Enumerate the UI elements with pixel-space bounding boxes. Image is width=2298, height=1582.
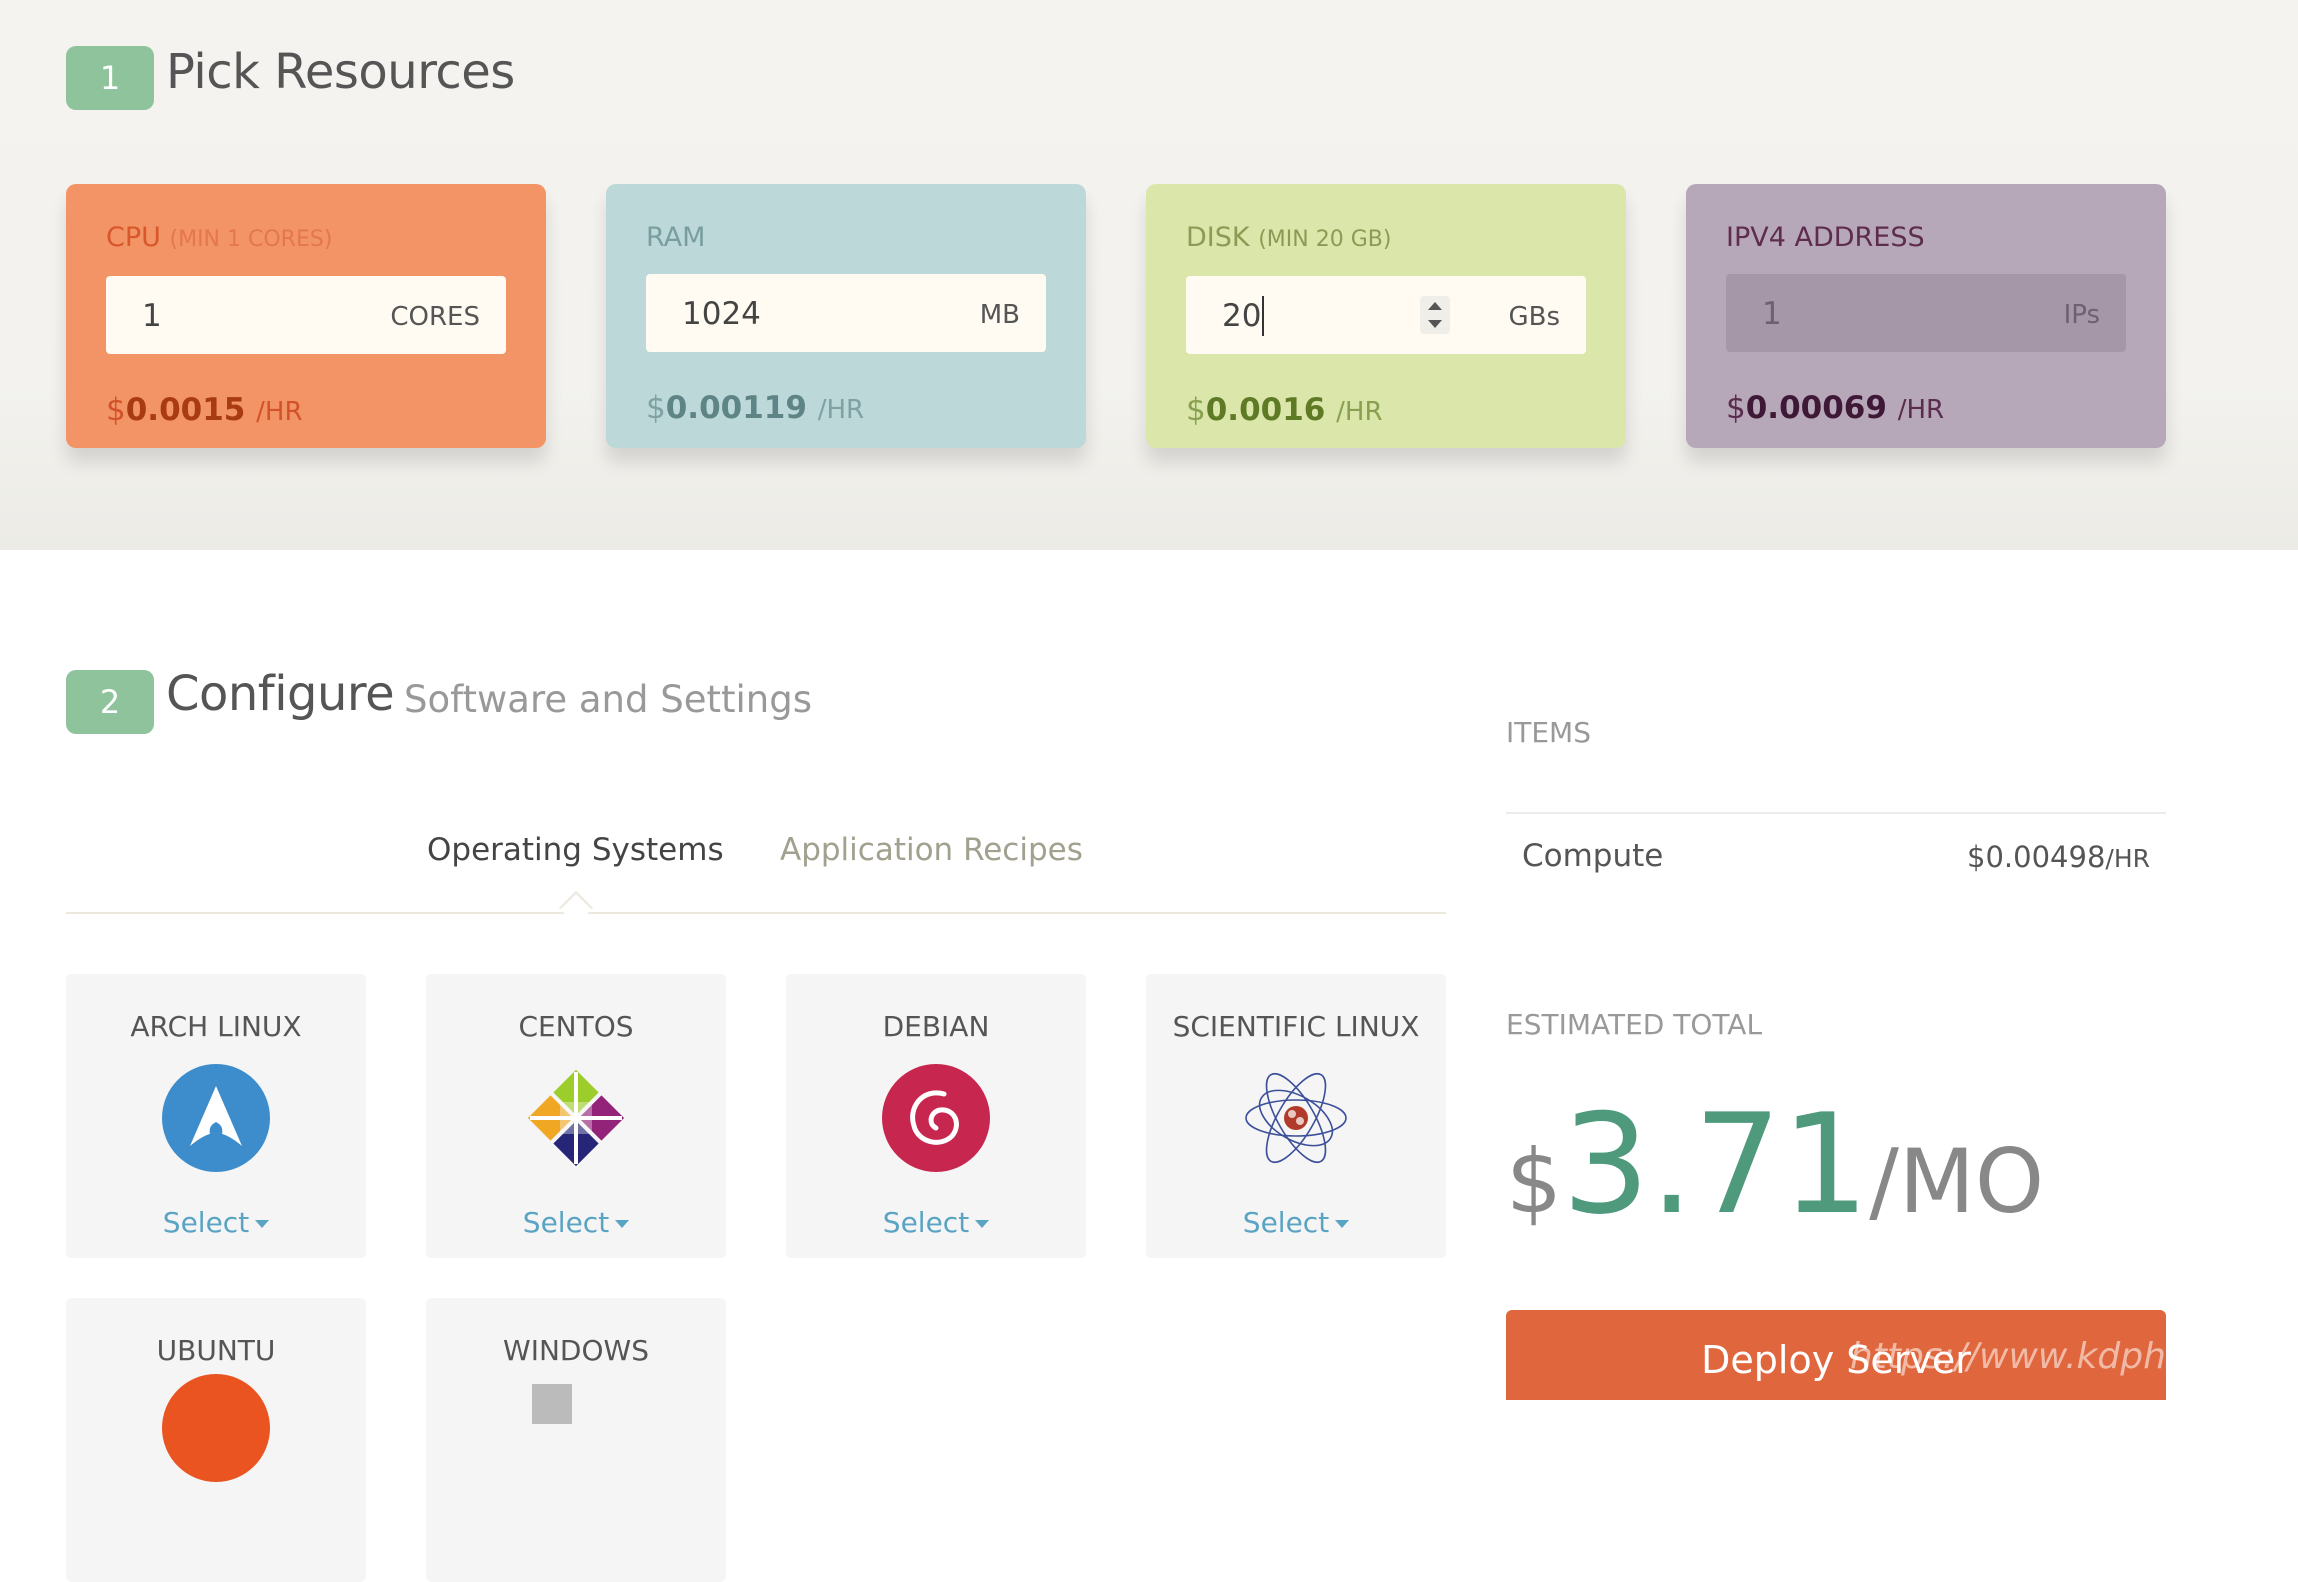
disk-min-note: (MIN 20 GB) xyxy=(1258,227,1392,252)
ram-card: RAM 1024 MB $0.00119 /HR xyxy=(606,184,1086,448)
disk-price-per: /HR xyxy=(1336,397,1383,427)
estimated-total: $3.71/MO xyxy=(1506,1084,2044,1245)
step-1-badge: 1 xyxy=(66,46,154,110)
cpu-min-note: (MIN 1 CORES) xyxy=(169,227,333,252)
disk-label-text: DISK xyxy=(1186,222,1250,253)
total-currency: $ xyxy=(1506,1130,1562,1233)
estimated-total-heading: ESTIMATED TOTAL xyxy=(1506,1008,1763,1041)
ipv4-price-value: 0.00069 xyxy=(1745,390,1887,426)
ram-value: 1024 xyxy=(682,296,761,332)
os-card-windows[interactable]: WINDOWS xyxy=(426,1298,726,1582)
watermark: https://www.kdph xyxy=(1850,1336,2166,1377)
cpu-cores-input[interactable]: 1 CORES xyxy=(106,276,506,354)
caret-down-icon xyxy=(975,1220,990,1228)
ipv4-price: $0.00069 /HR xyxy=(1726,390,1944,426)
disk-card: DISK (MIN 20 GB) 20 GBs $0.0016 /HR xyxy=(1146,184,1626,448)
step-1-title: Pick Resources xyxy=(166,44,515,100)
ram-unit: MB xyxy=(979,300,1020,330)
ram-price-per: /HR xyxy=(817,395,865,425)
ipv4-unit: IPs xyxy=(2063,300,2100,330)
os-card-arch-linux[interactable]: ARCH LINUX Select xyxy=(66,974,366,1258)
total-value: 3.71 xyxy=(1562,1084,1870,1245)
select-dropdown[interactable]: Select xyxy=(1146,1206,1446,1239)
ipv4-card: IPV4 ADDRESS 1 IPs $0.00069 /HR xyxy=(1686,184,2166,448)
ipv4-price-per: /HR xyxy=(1897,395,1945,425)
select-label: Select xyxy=(162,1206,250,1239)
caret-down-icon xyxy=(1335,1220,1350,1228)
os-name: DEBIAN xyxy=(882,1010,990,1043)
tab-application-recipes[interactable]: Application Recipes xyxy=(780,832,1083,868)
step-2-badge: 2 xyxy=(66,670,154,734)
os-name: WINDOWS xyxy=(503,1334,649,1367)
windows-icon xyxy=(532,1384,572,1424)
disk-spinner[interactable] xyxy=(1420,296,1450,334)
os-card-scientific-linux[interactable]: SCIENTIFIC LINUX Select xyxy=(1146,974,1446,1258)
ram-price-currency: $ xyxy=(646,390,666,426)
ipv4-price-currency: $ xyxy=(1726,390,1746,426)
disk-value: 20 xyxy=(1222,298,1262,334)
os-card-ubuntu[interactable]: UBUNTU xyxy=(66,1298,366,1582)
cpu-price-per: /HR xyxy=(256,397,303,427)
os-name: CENTOS xyxy=(518,1010,634,1043)
cpu-label-text: CPU xyxy=(106,222,161,253)
ipv4-value: 1 xyxy=(1762,296,1782,332)
disk-price-value: 0.0016 xyxy=(1205,392,1326,428)
cpu-card: CPU (MIN 1 CORES) 1 CORES $0.0015 /HR xyxy=(66,184,546,448)
cpu-price-currency: $ xyxy=(106,392,126,428)
select-dropdown[interactable]: Select xyxy=(426,1206,726,1239)
ram-label: RAM xyxy=(646,222,705,253)
ram-input[interactable]: 1024 MB xyxy=(646,274,1046,352)
select-label: Select xyxy=(522,1206,610,1239)
step-2-subtitle: Software and Settings xyxy=(404,678,812,721)
compute-price-value: $0.00498 xyxy=(1967,840,2106,874)
ram-price-value: 0.00119 xyxy=(665,390,807,426)
os-name: UBUNTU xyxy=(156,1334,276,1367)
active-tab-pointer xyxy=(559,891,593,925)
disk-input[interactable]: 20 GBs xyxy=(1186,276,1586,354)
tab-divider xyxy=(66,912,1446,914)
arch-linux-icon xyxy=(162,1064,270,1172)
os-card-centos[interactable]: CENTOS Select xyxy=(426,974,726,1258)
os-name: ARCH LINUX xyxy=(130,1010,302,1043)
select-label: Select xyxy=(1242,1206,1330,1239)
cpu-price-value: 0.0015 xyxy=(125,392,246,428)
text-cursor xyxy=(1262,296,1264,336)
compute-price: $0.00498/HR xyxy=(1967,840,2150,874)
cpu-label: CPU (MIN 1 CORES) xyxy=(106,222,332,253)
select-dropdown[interactable]: Select xyxy=(66,1206,366,1239)
ipv4-label: IPV4 ADDRESS xyxy=(1726,222,1925,253)
caret-down-icon xyxy=(615,1220,630,1228)
scientific-linux-icon xyxy=(1245,1072,1347,1164)
total-per: /MO xyxy=(1869,1130,2045,1233)
spinner-down-icon[interactable] xyxy=(1428,320,1442,328)
os-card-debian[interactable]: DEBIAN Select xyxy=(786,974,1086,1258)
ipv4-label-text: IPV4 ADDRESS xyxy=(1726,222,1925,253)
os-name: SCIENTIFIC LINUX xyxy=(1172,1010,1420,1043)
cpu-price: $0.0015 /HR xyxy=(106,392,303,428)
items-heading: ITEMS xyxy=(1506,716,1591,749)
ipv4-input: 1 IPs xyxy=(1726,274,2126,352)
compute-label: Compute xyxy=(1522,838,1664,874)
disk-price: $0.0016 /HR xyxy=(1186,392,1383,428)
step-2-title: Configure xyxy=(166,666,395,722)
cpu-unit: CORES xyxy=(390,302,480,332)
caret-down-icon xyxy=(255,1220,270,1228)
centos-icon xyxy=(527,1069,625,1167)
items-divider xyxy=(1506,812,2166,814)
select-dropdown[interactable]: Select xyxy=(786,1206,1086,1239)
debian-icon xyxy=(882,1064,990,1172)
compute-price-per: /HR xyxy=(2105,844,2150,873)
disk-label: DISK (MIN 20 GB) xyxy=(1186,222,1391,253)
tab-operating-systems[interactable]: Operating Systems xyxy=(427,832,724,868)
spinner-up-icon[interactable] xyxy=(1428,302,1442,310)
cpu-cores-value: 1 xyxy=(142,298,162,334)
ram-label-text: RAM xyxy=(646,222,706,253)
disk-unit: GBs xyxy=(1508,302,1560,332)
ubuntu-icon xyxy=(162,1374,270,1482)
select-label: Select xyxy=(882,1206,970,1239)
ram-price: $0.00119 /HR xyxy=(646,390,864,426)
disk-price-currency: $ xyxy=(1186,392,1206,428)
